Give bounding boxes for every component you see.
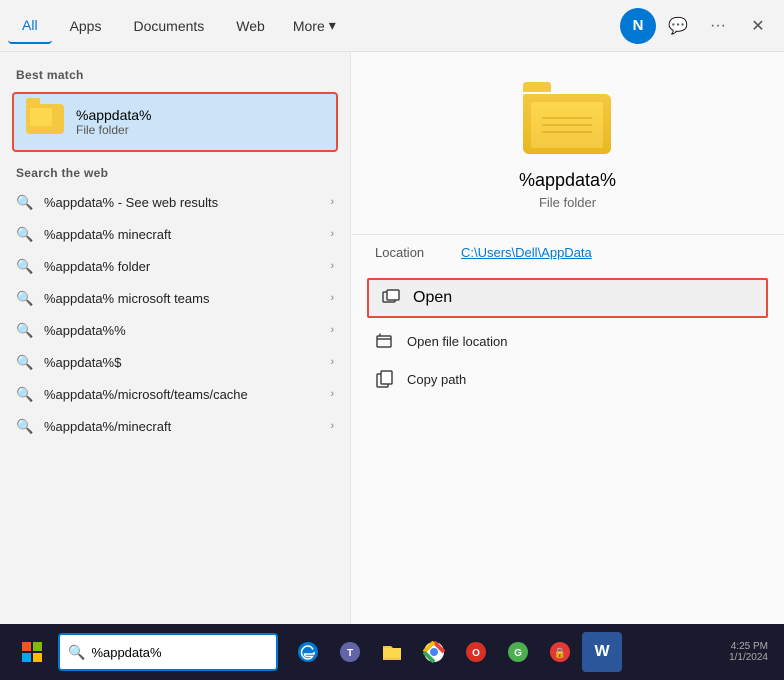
copy-path-label: Copy path	[407, 372, 466, 387]
chevron-right-icon: ›	[330, 388, 334, 400]
taskbar-app-security[interactable]: 🔒	[540, 632, 580, 672]
location-label: Location	[375, 245, 445, 260]
copy-path-icon	[375, 369, 395, 389]
taskbar-app-chrome[interactable]	[414, 632, 454, 672]
best-match-text: %appdata% File folder	[76, 107, 152, 137]
action-copy-path[interactable]: Copy path	[351, 360, 784, 398]
chevron-right-icon: ›	[330, 292, 334, 304]
result-text: %appdata% folder	[44, 259, 150, 274]
start-button[interactable]	[8, 632, 56, 672]
result-text: %appdata% - See web results	[44, 195, 218, 210]
detail-subtitle: File folder	[539, 195, 596, 210]
search-web-label: Search the web	[0, 162, 350, 186]
more-options-icon[interactable]: ···	[700, 8, 736, 44]
action-open-file-location[interactable]: Open file location	[351, 322, 784, 360]
chevron-right-icon: ›	[330, 356, 334, 368]
taskbar-app-teams[interactable]: T	[330, 632, 370, 672]
top-navigation: All Apps Documents Web More ▾ N 💬 ··· ✕	[0, 0, 784, 52]
best-match-name: %appdata%	[76, 107, 152, 123]
taskbar-app-explorer[interactable]	[372, 632, 412, 672]
best-match-item[interactable]: %appdata% File folder	[12, 92, 338, 152]
right-panel: %appdata% File folder Location C:\Users\…	[350, 52, 784, 624]
taskbar-search-icon: 🔍	[68, 644, 85, 661]
list-item[interactable]: 🔍 %appdata%$ ›	[0, 346, 350, 378]
chevron-right-icon: ›	[330, 324, 334, 336]
best-match-label: Best match	[0, 64, 350, 88]
chevron-right-icon: ›	[330, 228, 334, 240]
result-text: %appdata%%	[44, 323, 126, 338]
main-content: Best match %appdata% File folder Search …	[0, 52, 784, 624]
taskbar-app-browser2[interactable]: G	[498, 632, 538, 672]
chevron-right-icon: ›	[330, 260, 334, 272]
search-icon: 🔍	[16, 193, 34, 211]
taskbar-app-word[interactable]: W	[582, 632, 622, 672]
search-icon: 🔍	[16, 417, 34, 435]
taskbar-search-text: %appdata%	[91, 645, 161, 660]
list-item[interactable]: 🔍 %appdata%% ›	[0, 314, 350, 346]
tab-apps[interactable]: Apps	[56, 8, 116, 44]
tab-all[interactable]: All	[8, 8, 52, 44]
best-match-type: File folder	[76, 123, 152, 137]
list-item[interactable]: 🔍 %appdata% minecraft ›	[0, 218, 350, 250]
feedback-icon[interactable]: 💬	[660, 8, 696, 44]
location-path-link[interactable]: C:\Users\Dell\AppData	[461, 245, 592, 260]
system-clock: 4:25 PM 1/1/2024	[729, 641, 776, 663]
chevron-right-icon: ›	[330, 420, 334, 432]
search-icon: 🔍	[16, 225, 34, 243]
svg-text:🔒: 🔒	[554, 647, 566, 659]
open-icon	[381, 288, 401, 308]
svg-text:G: G	[514, 648, 522, 659]
open-label: Open	[413, 289, 452, 307]
taskbar-app-outlook[interactable]: O	[456, 632, 496, 672]
taskbar-search-box[interactable]: 🔍 %appdata%	[58, 633, 278, 671]
open-file-location-icon	[375, 331, 395, 351]
more-label: More	[293, 18, 325, 34]
folder-icon-large	[523, 82, 613, 154]
left-panel: Best match %appdata% File folder Search …	[0, 52, 350, 624]
search-icon: 🔍	[16, 289, 34, 307]
list-item[interactable]: 🔍 %appdata% microsoft teams ›	[0, 282, 350, 314]
tab-more[interactable]: More ▾	[283, 11, 346, 40]
chevron-right-icon: ›	[330, 196, 334, 208]
result-text: %appdata% minecraft	[44, 227, 171, 242]
tab-documents[interactable]: Documents	[119, 8, 218, 44]
result-text: %appdata%/minecraft	[44, 419, 171, 434]
list-item[interactable]: 🔍 %appdata%/minecraft ›	[0, 410, 350, 442]
more-chevron-icon: ▾	[329, 17, 336, 34]
folder-icon-sm	[26, 104, 66, 140]
result-text: %appdata% microsoft teams	[44, 291, 209, 306]
search-icon: 🔍	[16, 257, 34, 275]
detail-title: %appdata%	[519, 170, 616, 191]
list-item[interactable]: 🔍 %appdata%/microsoft/teams/cache ›	[0, 378, 350, 410]
svg-text:T: T	[347, 648, 353, 659]
search-icon: 🔍	[16, 321, 34, 339]
result-text: %appdata%/microsoft/teams/cache	[44, 387, 248, 402]
list-item[interactable]: 🔍 %appdata% - See web results ›	[0, 186, 350, 218]
list-item[interactable]: 🔍 %appdata% folder ›	[0, 250, 350, 282]
taskbar-app-edge[interactable]	[288, 632, 328, 672]
open-file-location-label: Open file location	[407, 334, 507, 349]
result-text: %appdata%$	[44, 355, 121, 370]
location-row: Location C:\Users\Dell\AppData	[351, 234, 784, 270]
tab-web[interactable]: Web	[222, 8, 279, 44]
user-avatar[interactable]: N	[620, 8, 656, 44]
actions-section: Open Open file location	[351, 270, 784, 402]
close-icon[interactable]: ✕	[740, 8, 776, 44]
word-label: W	[594, 643, 609, 661]
taskbar: 🔍 %appdata% T O	[0, 624, 784, 680]
svg-text:O: O	[472, 648, 480, 659]
search-icon: 🔍	[16, 353, 34, 371]
action-open[interactable]: Open	[367, 278, 768, 318]
search-icon: 🔍	[16, 385, 34, 403]
